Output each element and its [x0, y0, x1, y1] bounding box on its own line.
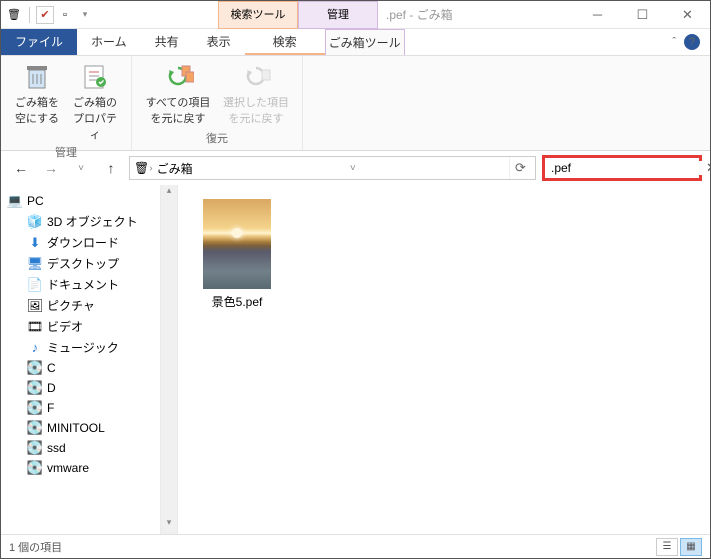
tree-item-documents[interactable]: 📄ドキュメント	[1, 274, 160, 295]
details-view-button[interactable]: ☰	[656, 538, 678, 556]
ribbon-tabs: ファイル ホーム 共有 表示 検索 ごみ箱ツール ˆ ?	[1, 29, 710, 56]
scroll-down-icon[interactable]: ▾	[161, 517, 177, 534]
clear-search-icon[interactable]: ✕	[706, 160, 711, 176]
pc-icon: 💻	[7, 193, 23, 209]
content-area: 💻 PC 🧊3D オブジェクト ⬇ダウンロード 🖥デスクトップ 📄ドキュメント …	[1, 185, 710, 534]
tree-item-music[interactable]: ♪ミュージック	[1, 337, 160, 358]
drive-icon: 💽	[27, 420, 43, 436]
tab-search-sub[interactable]: 検索	[245, 29, 325, 55]
titlebar: 🗑 ✔ ▫ ▾ 検索ツール 管理 .pef - ごみ箱 ─ ☐ ✕	[1, 1, 710, 29]
file-list[interactable]: 景色5.pef	[178, 185, 710, 534]
tree-item-drive-vmware[interactable]: 💽vmware	[1, 458, 160, 478]
file-thumbnail	[203, 199, 271, 289]
drive-icon: 💽	[27, 440, 43, 456]
tab-view[interactable]: 表示	[193, 29, 245, 55]
tree-root-label: PC	[27, 194, 44, 208]
empty-bin-button[interactable]: ごみ箱を 空にする	[9, 58, 65, 144]
properties-icon	[79, 60, 111, 92]
tree-item-drive-minitool[interactable]: 💽MINITOOL	[1, 418, 160, 438]
back-button[interactable]: ←	[9, 156, 33, 180]
restore-all-button[interactable]: すべての項目 を元に戻す	[140, 58, 216, 130]
ribbon-group-restore: すべての項目 を元に戻す 選択した項目 を元に戻す 復元	[132, 56, 303, 150]
qat-check-icon[interactable]: ✔	[36, 6, 54, 24]
cube-icon: 🧊	[27, 214, 43, 230]
minimize-button[interactable]: ─	[575, 1, 620, 29]
help-icon[interactable]: ?	[684, 34, 700, 50]
maximize-button[interactable]: ☐	[620, 1, 665, 29]
recent-dropdown[interactable]: ˅	[69, 156, 93, 180]
qat-doc-icon[interactable]: ▫	[56, 6, 74, 24]
context-tab-manage[interactable]: 管理	[298, 1, 378, 29]
window-title: .pef - ごみ箱	[386, 6, 453, 23]
tab-file[interactable]: ファイル	[1, 29, 77, 55]
music-icon: ♪	[27, 340, 43, 356]
recycle-bin-breadcrumb-icon: 🗑	[134, 161, 149, 175]
desktop-icon: 🖥	[27, 256, 43, 272]
tree-item-videos[interactable]: 🎞ビデオ	[1, 316, 160, 337]
qat-dropdown-icon[interactable]: ▾	[76, 6, 94, 24]
status-bar: 1 個の項目 ☰ ▦	[1, 534, 710, 558]
file-item[interactable]: 景色5.pef	[192, 199, 282, 310]
close-button[interactable]: ✕	[665, 1, 710, 29]
address-bar[interactable]: 🗑 › ごみ箱 ˅ ⟳	[129, 156, 536, 180]
icons-view-button[interactable]: ▦	[680, 538, 702, 556]
tree-item-3d[interactable]: 🧊3D オブジェクト	[1, 211, 160, 232]
ribbon-group-restore-label: 復元	[206, 130, 228, 148]
restore-selected-icon	[240, 60, 272, 92]
ribbon: ごみ箱を 空にする ごみ箱の プロパティ 管理 すべての項目 を元に戻す 選択し…	[1, 56, 710, 151]
tab-share[interactable]: 共有	[141, 29, 193, 55]
address-dropdown-icon[interactable]: ˅	[345, 163, 361, 174]
tree-item-drive-ssd[interactable]: 💽ssd	[1, 438, 160, 458]
tree-root-pc[interactable]: 💻 PC	[1, 191, 160, 211]
drive-icon: 💽	[27, 360, 43, 376]
bin-properties-button[interactable]: ごみ箱の プロパティ	[67, 58, 123, 144]
up-button[interactable]: ↑	[99, 156, 123, 180]
tree-item-drive-c[interactable]: 💽C	[1, 358, 160, 378]
tree-item-downloads[interactable]: ⬇ダウンロード	[1, 232, 160, 253]
download-icon: ⬇	[27, 235, 43, 251]
restore-selected-button: 選択した項目 を元に戻す	[218, 58, 294, 130]
drive-icon: 💽	[27, 380, 43, 396]
ribbon-group-manage: ごみ箱を 空にする ごみ箱の プロパティ 管理	[1, 56, 132, 150]
ribbon-collapse-icon[interactable]: ˆ	[672, 36, 676, 48]
tab-manage-sub[interactable]: ごみ箱ツール	[325, 29, 405, 55]
navigation-pane[interactable]: 💻 PC 🧊3D オブジェクト ⬇ダウンロード 🖥デスクトップ 📄ドキュメント …	[1, 185, 161, 534]
video-icon: 🎞	[27, 319, 43, 335]
scroll-up-icon[interactable]: ▴	[161, 185, 177, 202]
nav-row: ← → ˅ ↑ 🗑 › ごみ箱 ˅ ⟳ ✕	[1, 151, 710, 185]
item-count: 1 個の項目	[9, 539, 62, 555]
forward-button[interactable]: →	[39, 156, 63, 180]
tree-item-pictures[interactable]: 🖼ピクチャ	[1, 295, 160, 316]
document-icon: 📄	[27, 277, 43, 293]
drive-icon: 💽	[27, 460, 43, 476]
search-input[interactable]	[551, 161, 706, 175]
context-tabs: 検索ツール 管理	[218, 1, 378, 29]
tree-item-desktop[interactable]: 🖥デスクトップ	[1, 253, 160, 274]
context-tab-search[interactable]: 検索ツール	[218, 1, 298, 29]
file-name: 景色5.pef	[192, 293, 282, 310]
empty-bin-icon	[21, 60, 53, 92]
recycle-bin-icon: 🗑	[5, 6, 23, 24]
drive-icon: 💽	[27, 400, 43, 416]
tree-item-drive-d[interactable]: 💽D	[1, 378, 160, 398]
tab-home[interactable]: ホーム	[77, 29, 141, 55]
refresh-icon[interactable]: ⟳	[509, 157, 531, 179]
tree-scrollbar[interactable]: ▴ ▾	[161, 185, 178, 534]
restore-all-icon	[162, 60, 194, 92]
tree-item-drive-f[interactable]: 💽F	[1, 398, 160, 418]
picture-icon: 🖼	[27, 298, 43, 314]
search-box[interactable]: ✕	[542, 155, 702, 181]
breadcrumb-location[interactable]: ごみ箱	[153, 160, 197, 177]
